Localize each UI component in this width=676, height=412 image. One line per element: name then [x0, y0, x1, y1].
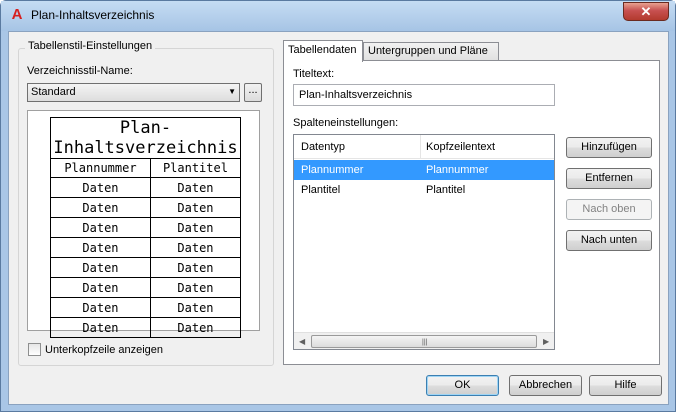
close-button[interactable]: ✕: [623, 2, 669, 21]
preview-data-cell: Daten: [50, 297, 151, 318]
preview-data-cell: Daten: [50, 277, 151, 298]
table-data-panel: Titeltext: Plan-Inhaltsverzeichnis Spalt…: [283, 60, 660, 365]
list-item-header: Plantitel: [426, 184, 466, 196]
autocad-app-icon: A: [11, 6, 23, 23]
preview-header-cell: Plannummer: [50, 158, 151, 178]
preview-data-cell: Daten: [149, 257, 242, 278]
window-title: Plan-Inhaltsverzeichnis: [31, 8, 155, 22]
preview-data-cell: Daten: [50, 197, 151, 218]
ok-button[interactable]: OK: [426, 375, 499, 396]
preview-data-cell: Daten: [50, 257, 151, 278]
list-header: Datentyp Kopfzeilentext: [294, 135, 554, 159]
preview-row: Daten Daten: [50, 317, 242, 338]
list-item-type: Plantitel: [301, 184, 341, 196]
scroll-right-icon[interactable]: ▶: [543, 337, 549, 346]
preview-row: Daten Daten: [50, 217, 242, 238]
style-name-value: Standard: [31, 86, 76, 98]
preview-header-cell: Plantitel: [149, 158, 242, 178]
dialog-window: A Plan-Inhaltsverzeichnis ✕ Tabellenstil…: [0, 0, 676, 412]
title-bar[interactable]: A Plan-Inhaltsverzeichnis ✕: [1, 1, 675, 31]
preview-data-cell: Daten: [50, 317, 151, 338]
preview-row: Daten Daten: [50, 277, 242, 298]
chevron-down-icon: ▼: [228, 87, 236, 96]
preview-table: Plan-Inhaltsverzeichnis Plannummer Plant…: [50, 117, 242, 338]
preview-row: Daten Daten: [50, 257, 242, 278]
show-subheader-checkbox[interactable]: [28, 343, 41, 356]
list-item[interactable]: Plantitel Plantitel: [294, 180, 554, 200]
preview-row: Daten Daten: [50, 197, 242, 218]
show-subheader-option[interactable]: Unterkopfzeile anzeigen: [28, 343, 163, 356]
cancel-button[interactable]: Abbrechen: [509, 375, 582, 396]
column-settings-list[interactable]: Datentyp Kopfzeilentext Plannummer Plann…: [293, 134, 555, 350]
move-up-button[interactable]: Nach oben: [566, 199, 652, 220]
column-separator[interactable]: [420, 135, 421, 159]
preview-data-cell: Daten: [50, 237, 151, 258]
table-style-group-title: Tabellenstil-Einstellungen: [25, 40, 156, 52]
horizontal-scrollbar[interactable]: ◀ ||| ▶: [294, 332, 554, 349]
show-subheader-label: Unterkopfzeile anzeigen: [45, 343, 164, 356]
preview-data-cell: Daten: [149, 297, 242, 318]
grip-icon: |||: [422, 339, 428, 346]
preview-data-cell: Daten: [149, 177, 242, 198]
add-button[interactable]: Hinzufügen: [566, 137, 652, 158]
tab-table-data[interactable]: Tabellendaten: [283, 40, 363, 62]
preview-row: Daten Daten: [50, 177, 242, 198]
preview-data-cell: Daten: [149, 317, 242, 338]
column-header-heading-text[interactable]: Kopfzeilentext: [426, 141, 495, 153]
preview-data-cell: Daten: [50, 217, 151, 238]
preview-data-cell: Daten: [149, 197, 242, 218]
move-down-button[interactable]: Nach unten: [566, 230, 652, 251]
preview-data-cell: Daten: [149, 277, 242, 298]
preview-data-cell: Daten: [149, 217, 242, 238]
list-item-type: Plannummer: [301, 164, 364, 176]
style-name-label: Verzeichnisstil-Name:: [27, 65, 133, 77]
remove-button[interactable]: Entfernen: [566, 168, 652, 189]
list-item[interactable]: Plannummer Plannummer: [294, 160, 554, 180]
title-text-label: Titeltext:: [293, 68, 335, 80]
table-preview: Plan-Inhaltsverzeichnis Plannummer Plant…: [27, 110, 260, 338]
style-name-dropdown[interactable]: Standard ▼: [27, 83, 240, 102]
scroll-left-icon[interactable]: ◀: [299, 337, 305, 346]
preview-row: Daten Daten: [50, 297, 242, 318]
scroll-thumb[interactable]: |||: [311, 335, 537, 348]
preview-data-cell: Daten: [50, 177, 151, 198]
preview-data-cell: Daten: [149, 237, 242, 258]
help-button[interactable]: Hilfe: [589, 375, 662, 396]
browse-style-button[interactable]: ...: [244, 83, 262, 102]
title-text-input[interactable]: Plan-Inhaltsverzeichnis: [293, 84, 555, 106]
preview-title: Plan-Inhaltsverzeichnis: [50, 117, 241, 159]
list-item-header: Plannummer: [426, 164, 489, 176]
dialog-client-area: Tabellenstil-Einstellungen Verzeichnisst…: [8, 31, 669, 405]
column-header-datatype[interactable]: Datentyp: [301, 141, 345, 153]
preview-row: Daten Daten: [50, 237, 242, 258]
column-settings-label: Spalteneinstellungen:: [293, 117, 399, 129]
tab-subgroups-and-sheets[interactable]: Untergruppen und Pläne: [363, 42, 499, 60]
